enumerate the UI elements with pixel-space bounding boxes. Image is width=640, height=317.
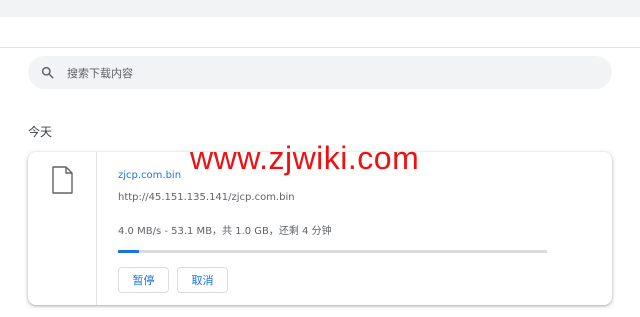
progress-bar-fill [118, 250, 140, 253]
date-heading: 今天 [28, 125, 53, 139]
progress-status: 4.0 MB/s - 53.1 MB，共 1.0 GB，还剩 4 分钟 [118, 226, 332, 237]
search-input[interactable]: 搜索下载内容 [67, 65, 133, 81]
file-icon-column [28, 152, 97, 305]
file-url: http://45.151.135.141/zjcp.com.bin [118, 192, 295, 203]
header-divider [0, 47, 640, 48]
watermark-text: www.zjwiki.com [190, 140, 420, 176]
cancel-button[interactable]: 取消 [177, 267, 228, 293]
pause-button[interactable]: 暂停 [118, 267, 169, 293]
file-name-link[interactable]: zjcp.com.bin [118, 170, 181, 181]
search-bar[interactable]: 搜索下载内容 [28, 56, 612, 89]
file-icon [52, 166, 73, 194]
progress-bar [118, 250, 547, 253]
top-bar [0, 0, 640, 17]
search-icon [41, 66, 54, 79]
